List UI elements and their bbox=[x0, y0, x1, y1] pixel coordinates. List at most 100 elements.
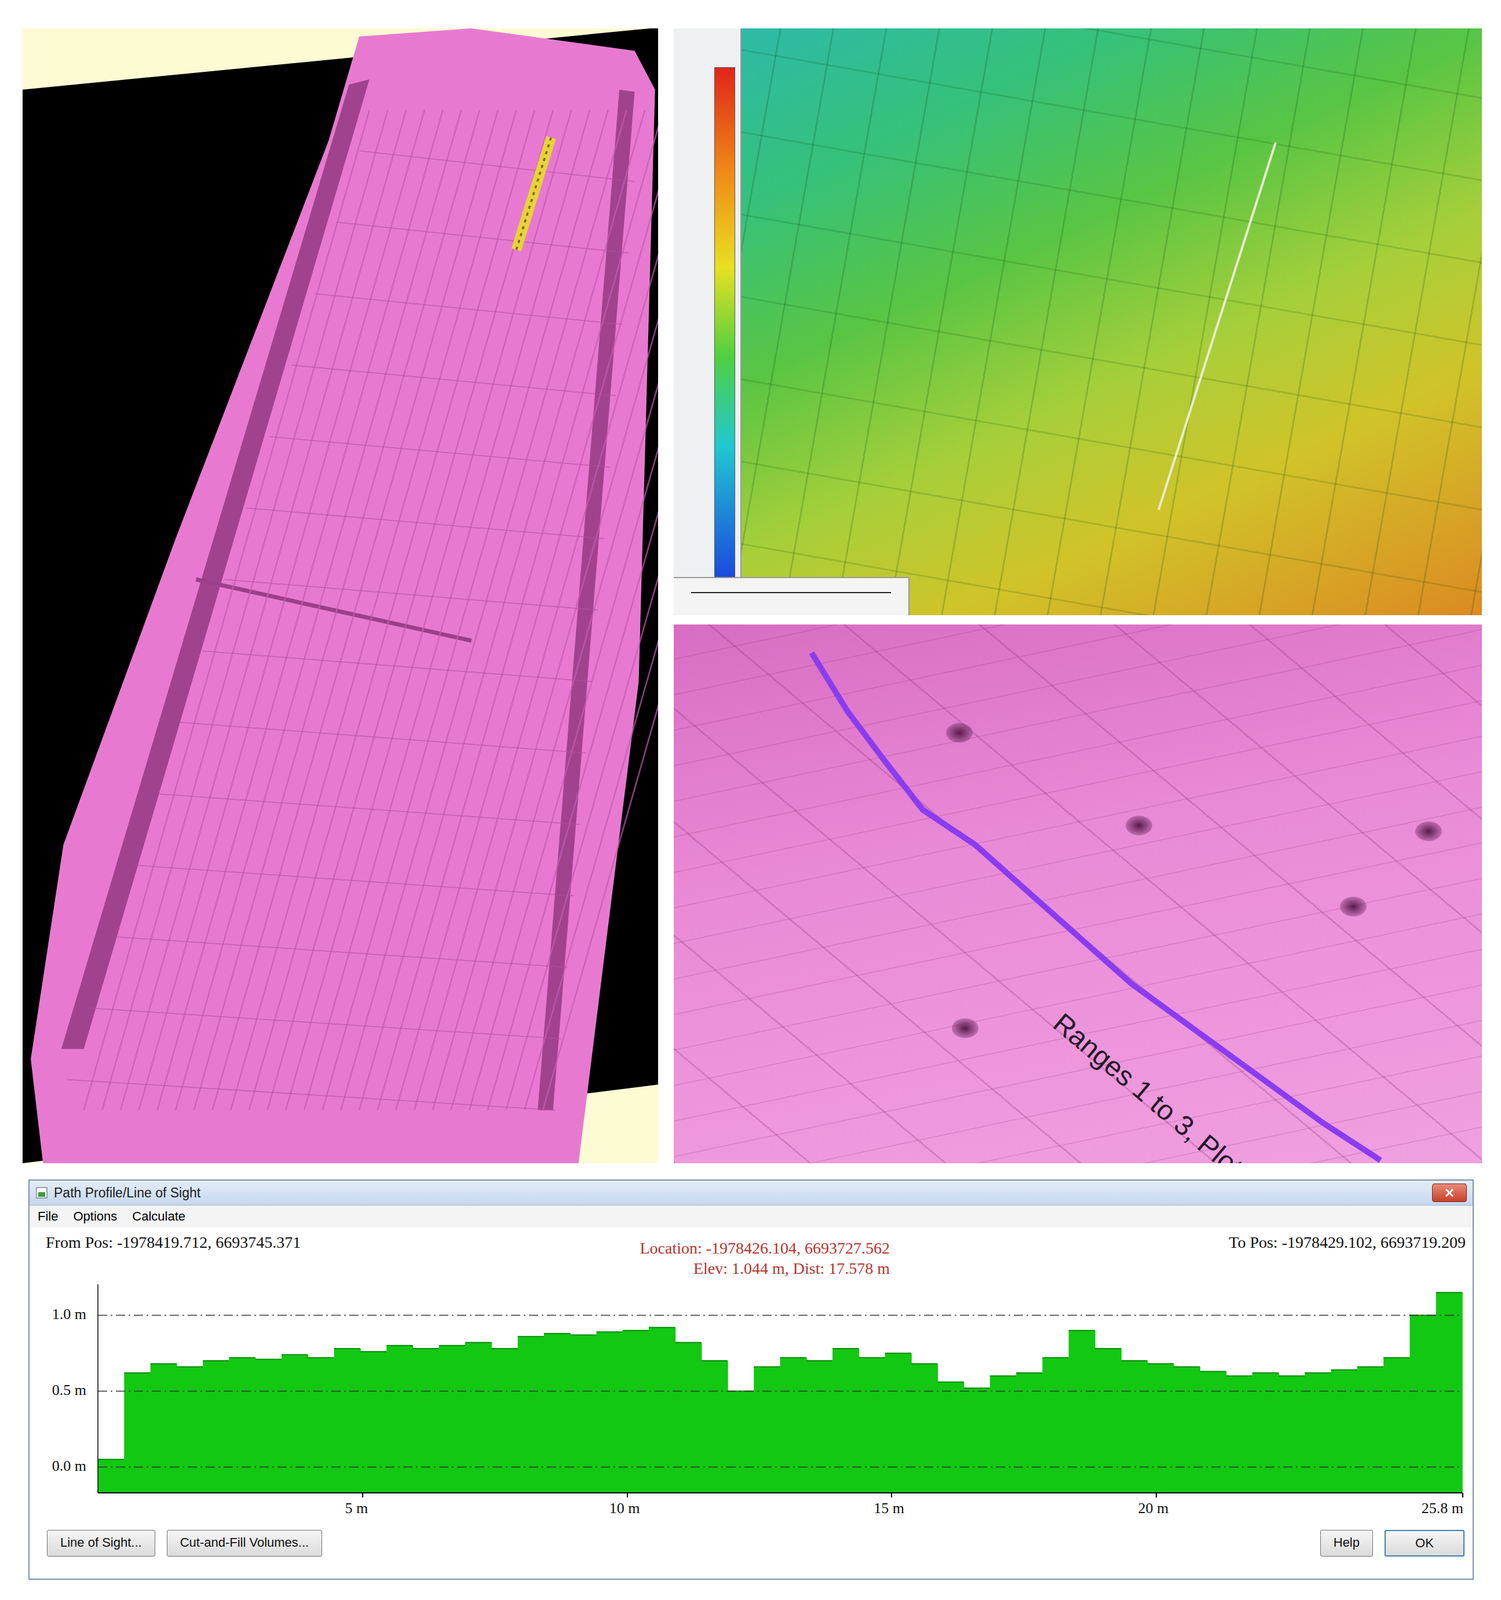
menu-bar: File Options Calculate bbox=[29, 1205, 1473, 1228]
profile-bar bbox=[1331, 1370, 1358, 1493]
profile-bar bbox=[1409, 1315, 1437, 1493]
profile-bar bbox=[727, 1390, 755, 1493]
figure: Ranges 1 to 3, Plot 8Path Profile/Line o… bbox=[0, 0, 1501, 1580]
profile-chart: 1.0 m 0.5 m 0.0 m 5 m 10 m 15 m 20 m 25.8 m bbox=[29, 1282, 1466, 1526]
profile-bar bbox=[596, 1331, 623, 1493]
line-of-sight-button[interactable]: Line of Sight... bbox=[46, 1529, 156, 1557]
profile-bar bbox=[439, 1345, 466, 1493]
y-tick-label: 0.5 m bbox=[52, 1381, 87, 1400]
profile-bar bbox=[176, 1367, 204, 1493]
profile-bar bbox=[780, 1357, 807, 1493]
profile-bar bbox=[858, 1357, 886, 1493]
close-button[interactable] bbox=[1432, 1183, 1467, 1203]
y-tick-label: 0.0 m bbox=[52, 1457, 87, 1475]
field-texture bbox=[673, 624, 1482, 1164]
color-ramp bbox=[714, 67, 736, 594]
profile-bar bbox=[622, 1330, 650, 1493]
left-buttons: Line of Sight... Cut-and-Fill Volumes... bbox=[46, 1529, 323, 1557]
grid-line bbox=[97, 1390, 1463, 1393]
profile-bar bbox=[255, 1359, 283, 1493]
cut-fill-button[interactable]: Cut-and-Fill Volumes... bbox=[166, 1529, 323, 1557]
x-tick-mark bbox=[1155, 1492, 1157, 1498]
dark-spot bbox=[1415, 821, 1442, 842]
x-tick-mark bbox=[1462, 1492, 1464, 1498]
ok-button[interactable]: OK bbox=[1384, 1529, 1465, 1557]
terrain-texture bbox=[673, 28, 1482, 616]
profile-bar bbox=[911, 1363, 938, 1493]
x-tick-mark bbox=[890, 1492, 893, 1498]
menu-item[interactable]: Calculate bbox=[132, 1209, 186, 1225]
profile-bar bbox=[1225, 1375, 1253, 1493]
menu-item[interactable]: File bbox=[37, 1209, 58, 1225]
profile-bar bbox=[570, 1335, 597, 1493]
help-button[interactable]: Help bbox=[1320, 1529, 1373, 1557]
right-buttons: Help OK bbox=[1320, 1529, 1465, 1557]
x-tick-label: 15 m bbox=[873, 1499, 905, 1518]
profile-bar bbox=[701, 1360, 729, 1493]
profile-bar bbox=[202, 1360, 230, 1493]
overview-render bbox=[22, 28, 659, 1164]
y-tick-label: 1.0 m bbox=[52, 1305, 87, 1324]
profile-bar bbox=[990, 1375, 1017, 1493]
profile-bar bbox=[412, 1348, 440, 1493]
image-grid: Ranges 1 to 3, Plot 8 bbox=[22, 28, 1501, 1164]
x-tick-mark bbox=[362, 1492, 364, 1498]
profile-bar bbox=[1383, 1357, 1411, 1493]
title-bar: Path Profile/Line of Sight bbox=[29, 1180, 1473, 1206]
elevation-map bbox=[673, 28, 1482, 616]
profile-bar bbox=[1278, 1375, 1306, 1493]
dark-spot bbox=[1339, 896, 1367, 917]
overview-image bbox=[22, 28, 659, 1164]
cursor-readout: Location: -1978426.104, 6693727.562Elev:… bbox=[639, 1233, 890, 1279]
profile-bar bbox=[1199, 1371, 1227, 1493]
profile-bar bbox=[97, 1459, 125, 1493]
profile-bar bbox=[307, 1357, 335, 1493]
x-tick-mark bbox=[626, 1492, 628, 1498]
x-tick-label: 5 m bbox=[344, 1499, 368, 1518]
profile-bar bbox=[228, 1357, 256, 1493]
profile-path bbox=[673, 28, 1482, 616]
to-position: To Pos: -1978429.102, 6693719.209 bbox=[1228, 1233, 1466, 1252]
profile-bar bbox=[1068, 1330, 1096, 1493]
cursor-location: Location: -1978426.104, 6693727.562 bbox=[639, 1237, 890, 1259]
dark-spot bbox=[946, 722, 973, 743]
scale-line bbox=[691, 592, 891, 594]
profile-bar bbox=[1094, 1348, 1122, 1493]
menu-item[interactable]: Options bbox=[72, 1209, 118, 1225]
profile-bar bbox=[885, 1353, 912, 1493]
dialog-title: Path Profile/Line of Sight bbox=[53, 1185, 201, 1201]
profile-bar bbox=[963, 1388, 991, 1493]
profile-bar bbox=[465, 1342, 492, 1493]
right-column: Ranges 1 to 3, Plot 8 bbox=[673, 28, 1482, 1164]
close-icon bbox=[1444, 1188, 1455, 1198]
x-tick-label: 10 m bbox=[609, 1499, 641, 1518]
profile-bar bbox=[281, 1355, 309, 1493]
profile-bar bbox=[1120, 1360, 1148, 1493]
from-position: From Pos: -1978419.712, 6693745.371 bbox=[45, 1233, 301, 1252]
profile-bar bbox=[1436, 1292, 1463, 1493]
profile-bar bbox=[1173, 1367, 1201, 1493]
x-tick-label: 20 m bbox=[1138, 1499, 1170, 1518]
position-info: From Pos: -1978419.712, 6693745.371 Locat… bbox=[29, 1227, 1473, 1283]
profile-bar bbox=[1147, 1363, 1175, 1493]
title-group: Path Profile/Line of Sight bbox=[35, 1185, 201, 1201]
profile-line bbox=[673, 624, 1482, 1164]
profile-bar bbox=[753, 1367, 781, 1493]
profile-bar bbox=[1357, 1367, 1384, 1493]
profile-bar bbox=[543, 1333, 571, 1493]
button-row: Line of Sight... Cut-and-Fill Volumes... H… bbox=[29, 1525, 1473, 1563]
scale-bar bbox=[673, 576, 910, 616]
profile-bar bbox=[806, 1360, 834, 1493]
profile-bar bbox=[150, 1363, 178, 1493]
grid-line bbox=[97, 1315, 1463, 1317]
profile-bar bbox=[491, 1348, 518, 1493]
grid-line bbox=[97, 1466, 1463, 1468]
dark-spot bbox=[951, 1018, 979, 1039]
3d-view: Ranges 1 to 3, Plot 8 bbox=[673, 624, 1482, 1164]
app-icon bbox=[35, 1186, 49, 1200]
color-legend bbox=[673, 28, 742, 616]
path-profile-dialog: Path Profile/Line of Sight File Options Cal… bbox=[28, 1179, 1474, 1580]
profile-bar bbox=[517, 1336, 545, 1493]
x-tick-label: 25.8 m bbox=[1421, 1499, 1464, 1518]
profile-bar bbox=[832, 1348, 860, 1493]
